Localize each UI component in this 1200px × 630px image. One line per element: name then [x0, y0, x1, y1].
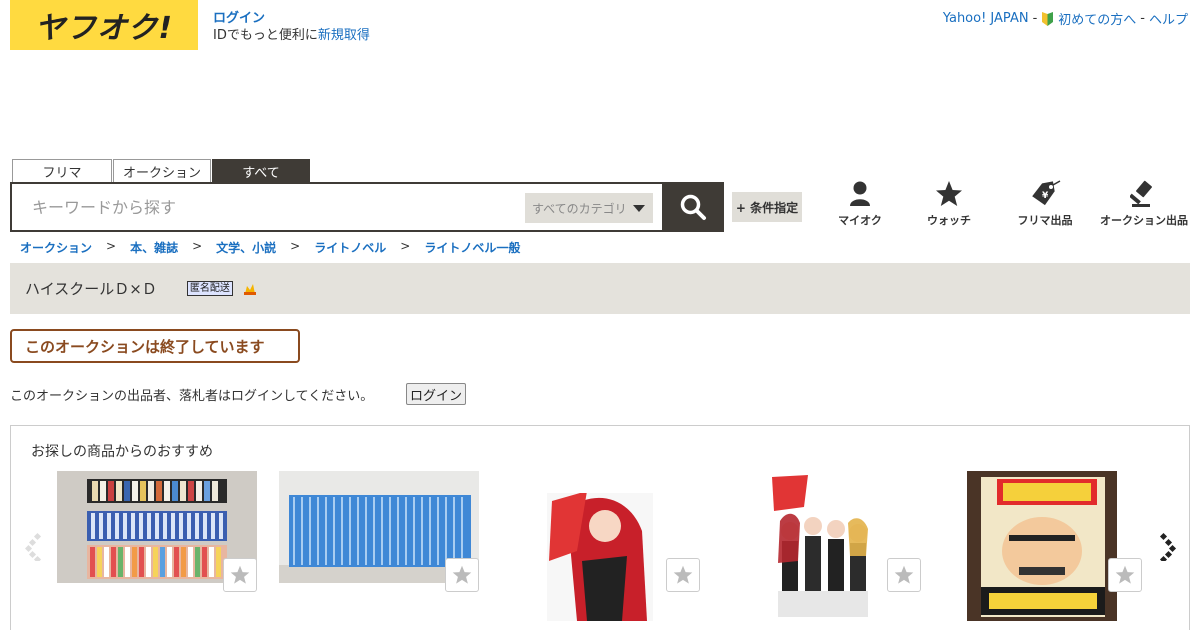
svg-text:¥: ¥	[1042, 191, 1049, 201]
watch-star-button[interactable]	[445, 558, 479, 592]
watch-star-button[interactable]	[223, 558, 257, 592]
person-icon	[850, 181, 870, 206]
breadcrumb-literature[interactable]: 文学、小説	[216, 239, 276, 256]
item-title-bar: ハイスクールＤ×Ｄ 匿名配送	[10, 263, 1190, 314]
star-icon	[673, 565, 693, 584]
breadcrumb-auction[interactable]: オークション	[20, 239, 92, 256]
breadcrumb-separator: >	[290, 239, 301, 253]
breadcrumb-separator: >	[400, 239, 411, 253]
top-links: Yahoo! JAPAN - 初めての方へ - ヘルプ	[943, 9, 1188, 28]
watch-star-button[interactable]	[666, 558, 700, 592]
item-title: ハイスクールＤ×Ｄ	[25, 280, 157, 298]
beginner-link[interactable]: 初めての方へ	[1058, 9, 1136, 28]
chevron-down-icon	[633, 205, 645, 212]
link-separator: -	[1032, 11, 1038, 26]
recommendation-panel: お探しの商品からのおすすめ	[10, 425, 1190, 630]
star-icon	[452, 565, 472, 584]
signup-link[interactable]: 新規取得	[318, 28, 370, 43]
yahuoku-logo[interactable]: ヤフオク!	[10, 0, 198, 50]
recommend-item-image[interactable]	[967, 471, 1117, 621]
breadcrumb-separator: >	[192, 239, 203, 253]
help-link[interactable]: ヘルプ	[1149, 9, 1188, 28]
nav-label: フリマ出品	[1017, 214, 1073, 227]
star-icon	[1115, 565, 1135, 584]
manga-cover-illustration	[547, 471, 653, 621]
comic-cover-illustration	[967, 471, 1117, 621]
nav-label: ウォッチ	[927, 214, 971, 227]
breadcrumb-books[interactable]: 本、雑誌	[130, 239, 178, 256]
tab-furima[interactable]: フリマ	[12, 159, 112, 182]
search-input[interactable]	[12, 184, 512, 230]
watch-star-button[interactable]	[887, 558, 921, 592]
nav-label: マイオク	[838, 214, 882, 227]
nav-label: オークション出品	[1100, 214, 1188, 227]
recommendation-title: お探しの商品からのおすすめ	[31, 444, 213, 460]
login-prompt: IDでもっと便利に	[213, 28, 318, 43]
star-icon	[230, 565, 250, 584]
login-button[interactable]: ログイン	[406, 383, 466, 405]
link-separator: -	[1140, 11, 1145, 26]
search-icon	[680, 194, 706, 220]
category-value: すべてのカテゴリ	[532, 201, 627, 216]
breadcrumb: オークション > 本、雑誌 > 文学、小説 > ライトノベル > ライトノベル一…	[20, 239, 520, 256]
beginner-mark-icon	[1042, 11, 1054, 26]
anonymous-shipping-badge: 匿名配送	[186, 281, 233, 296]
breadcrumb-light-novel[interactable]: ライトノベル	[314, 239, 386, 256]
search-button[interactable]	[662, 182, 724, 232]
nav-my-auction[interactable]: マイオク	[812, 180, 908, 228]
breadcrumb-light-novel-general[interactable]: ライトノベル一般	[424, 239, 520, 256]
tab-auction[interactable]: オークション	[113, 159, 211, 182]
nav-furima-listing[interactable]: ¥ フリマ出品	[997, 180, 1093, 228]
tab-all[interactable]: すべて	[212, 159, 310, 182]
breadcrumb-separator: >	[106, 239, 117, 253]
auction-ended-notice: このオークションは終了しています	[10, 329, 300, 363]
watch-star-button[interactable]	[1108, 558, 1142, 592]
yahoo-japan-link[interactable]: Yahoo! JAPAN	[943, 11, 1029, 26]
condition-button[interactable]: + 条件指定	[732, 192, 802, 222]
recommend-item-image[interactable]	[768, 471, 874, 621]
category-select[interactable]: すべてのカテゴリ	[525, 193, 653, 223]
star-icon	[936, 181, 962, 206]
star-icon	[894, 565, 914, 584]
carousel-prev-icon[interactable]	[25, 531, 45, 561]
login-box: ログイン IDでもっと便利に新規取得	[213, 10, 370, 44]
carousel-next-icon[interactable]	[1157, 531, 1177, 561]
nav-auction-listing[interactable]: オークション出品	[1096, 180, 1192, 228]
manga-cover-illustration	[768, 471, 874, 621]
yen-tag-icon: ¥	[1032, 180, 1061, 206]
gavel-icon	[1130, 180, 1152, 207]
search-box: すべてのカテゴリ	[10, 182, 664, 232]
search-tabs: フリマ オークション すべて	[12, 159, 310, 182]
login-link[interactable]: ログイン	[213, 11, 265, 26]
nav-watch[interactable]: ウォッチ	[901, 180, 997, 228]
recommend-item-image[interactable]	[547, 471, 653, 621]
login-message: このオークションの出品者、落札者はログインしてください。	[10, 389, 374, 404]
logo-text: ヤフオク!	[34, 11, 174, 46]
new-item-icon	[243, 283, 256, 295]
